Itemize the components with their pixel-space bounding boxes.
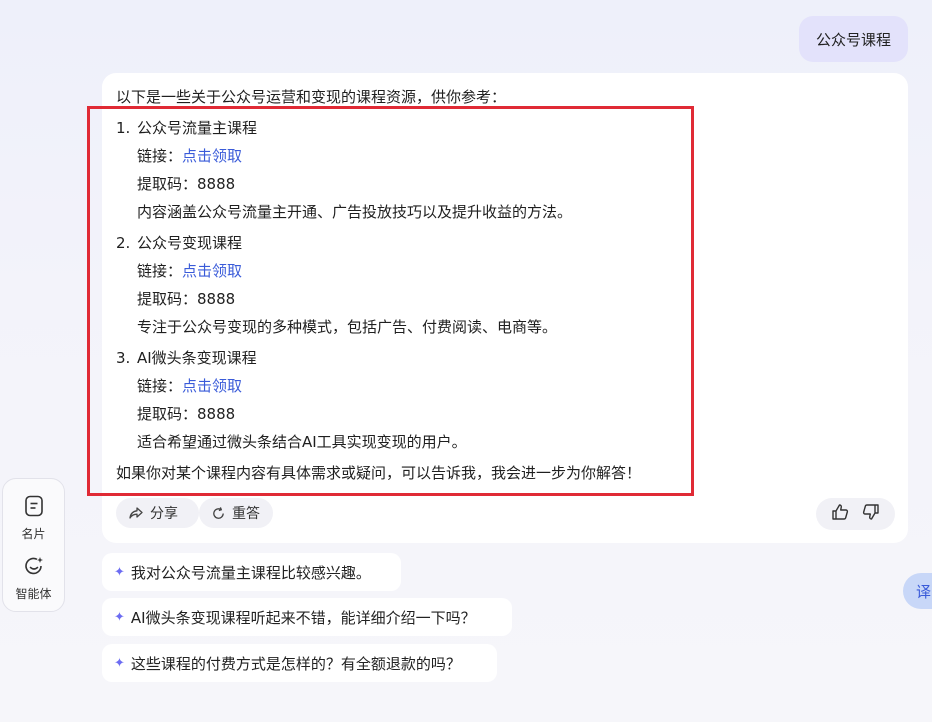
side-toolbar: 名片 智能体 xyxy=(2,478,65,612)
suggestion-chip[interactable]: ✦ AI微头条变现课程听起来不错，能详细介绍一下吗？ xyxy=(102,598,512,636)
refresh-icon xyxy=(211,506,226,521)
user-message-bubble: 公众号课程 xyxy=(799,16,908,62)
translate-button[interactable]: 译 xyxy=(903,573,932,609)
course-description: 专注于公众号变现的多种模式，包括广告、付费阅读、电商等。 xyxy=(137,318,558,336)
regenerate-button[interactable]: 重答 xyxy=(199,498,273,528)
course-link-row: 链接：点击领取 xyxy=(137,377,243,395)
regenerate-label: 重答 xyxy=(232,506,260,522)
thumbs-up-icon xyxy=(831,503,849,525)
suggestion-text: AI微头条变现课程听起来不错，能详细介绍一下吗？ xyxy=(130,608,476,627)
suggestion-text: 我对公众号流量主课程比较感兴趣。 xyxy=(130,563,371,582)
answer-card: 以下是一些关于公众号运营和变现的课程资源，供你参考： 1. 公众号流量主课程 链接… xyxy=(102,73,908,543)
course-code: 提取码：8888 xyxy=(137,175,236,193)
course-link[interactable]: 点击领取 xyxy=(182,147,242,165)
share-label: 分享 xyxy=(150,506,178,522)
thumbs-up-button[interactable] xyxy=(829,503,851,525)
thumbs-down-button[interactable] xyxy=(860,503,882,525)
sparkle-icon: ✦ xyxy=(114,655,125,671)
course-link[interactable]: 点击领取 xyxy=(182,377,242,395)
sidebar-item-label: 智能体 xyxy=(15,587,52,601)
suggestion-chip[interactable]: ✦ 我对公众号流量主课程比较感兴趣。 xyxy=(102,553,401,591)
answer-outro: 如果你对某个课程内容有具体需求或疑问，可以告诉我，我会进一步为你解答！ xyxy=(116,464,642,482)
sparkle-icon: ✦ xyxy=(114,609,125,625)
course-link-row: 链接：点击领取 xyxy=(137,147,243,165)
agent-icon xyxy=(23,555,45,581)
course-link[interactable]: 点击领取 xyxy=(182,262,242,280)
sidebar-item-label: 名片 xyxy=(21,527,46,541)
sidebar-item-agent[interactable]: 智能体 xyxy=(3,555,64,602)
answer-intro: 以下是一些关于公众号运营和变现的课程资源，供你参考： xyxy=(116,88,507,106)
translate-label: 译 xyxy=(916,582,932,601)
thumbs-down-icon xyxy=(862,503,880,525)
share-button[interactable]: 分享 xyxy=(116,498,199,528)
feedback-group xyxy=(816,498,895,530)
suggestion-text: 这些课程的付费方式是怎样的？有全额退款的吗？ xyxy=(130,654,461,673)
course-description: 适合希望通过微头条结合AI工具实现变现的用户。 xyxy=(137,433,467,451)
course-title: 1. 公众号流量主课程 xyxy=(116,119,258,137)
sparkle-icon: ✦ xyxy=(114,564,125,580)
course-description: 内容涵盖公众号流量主开通、广告投放技巧以及提升收益的方法。 xyxy=(137,203,573,221)
course-title: 2. 公众号变现课程 xyxy=(116,234,243,252)
share-icon xyxy=(128,505,144,521)
sidebar-item-card[interactable]: 名片 xyxy=(3,495,64,542)
document-icon xyxy=(24,495,44,521)
course-code: 提取码：8888 xyxy=(137,405,236,423)
suggestion-chip[interactable]: ✦ 这些课程的付费方式是怎样的？有全额退款的吗？ xyxy=(102,644,497,682)
course-link-row: 链接：点击领取 xyxy=(137,262,243,280)
course-title: 3. AI微头条变现课程 xyxy=(116,349,257,367)
course-code: 提取码：8888 xyxy=(137,290,236,308)
